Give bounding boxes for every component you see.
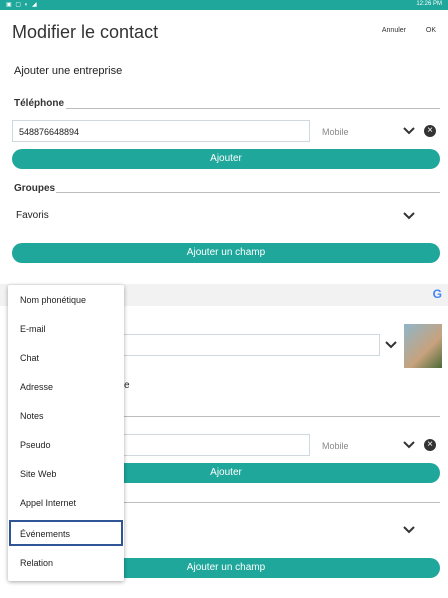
section-divider xyxy=(124,502,440,503)
groups-section-divider xyxy=(56,192,440,193)
phone-type-label-2[interactable]: Mobile xyxy=(322,441,349,451)
menu-item-notes[interactable]: Notes xyxy=(8,401,124,429)
phone-section-divider xyxy=(66,108,440,109)
remove-phone-icon[interactable]: × xyxy=(424,439,436,451)
status-bar: ▣ ▢ ◐ ◢ 12:26 PM xyxy=(0,0,448,10)
menu-item-nickname[interactable]: Pseudo xyxy=(8,430,124,458)
partial-text: e xyxy=(124,380,130,391)
ok-button[interactable]: OK xyxy=(426,27,436,34)
add-field-menu: Nom phonétique E-mail Chat Adresse Notes… xyxy=(8,285,124,581)
groups-section-label: Groupes xyxy=(14,183,56,194)
contact-avatar[interactable] xyxy=(404,324,442,368)
menu-item-events[interactable]: Événements xyxy=(8,519,124,547)
add-phone-button[interactable]: Ajouter xyxy=(12,149,440,169)
cancel-button[interactable]: Annuler xyxy=(382,27,406,34)
menu-item-internet-call[interactable]: Appel Internet xyxy=(8,488,124,516)
chevron-down-icon[interactable] xyxy=(402,124,416,138)
menu-item-email[interactable]: E-mail xyxy=(8,314,124,342)
chevron-down-icon[interactable] xyxy=(402,438,416,452)
add-company-link[interactable]: Ajouter une entreprise xyxy=(14,65,122,77)
page-title: Modifier le contact xyxy=(12,22,159,42)
name-input[interactable] xyxy=(110,334,380,356)
phone-type-label[interactable]: Mobile xyxy=(322,127,349,137)
menu-item-address[interactable]: Adresse xyxy=(8,372,124,400)
menu-item-phonetic-name[interactable]: Nom phonétique xyxy=(8,285,124,313)
google-icon: G xyxy=(432,287,442,301)
phone-number-input[interactable]: 548876648894 xyxy=(12,120,310,142)
phone-section-label: Téléphone xyxy=(14,98,65,109)
status-icons: ▣ ▢ ◐ ◢ xyxy=(6,2,38,8)
menu-item-relation[interactable]: Relation xyxy=(8,548,124,576)
chevron-down-icon[interactable] xyxy=(384,338,398,352)
chevron-down-icon[interactable] xyxy=(402,523,416,537)
remove-phone-icon[interactable]: × xyxy=(424,125,436,137)
menu-item-chat[interactable]: Chat xyxy=(8,343,124,371)
phone-number-input-2[interactable] xyxy=(110,434,310,456)
chevron-down-icon[interactable] xyxy=(402,209,416,223)
status-time: 12:26 PM xyxy=(416,1,442,7)
section-divider xyxy=(124,416,440,417)
groups-value[interactable]: Favoris xyxy=(16,210,49,221)
menu-item-website[interactable]: Site Web xyxy=(8,459,124,487)
add-field-button[interactable]: Ajouter un champ xyxy=(12,243,440,263)
